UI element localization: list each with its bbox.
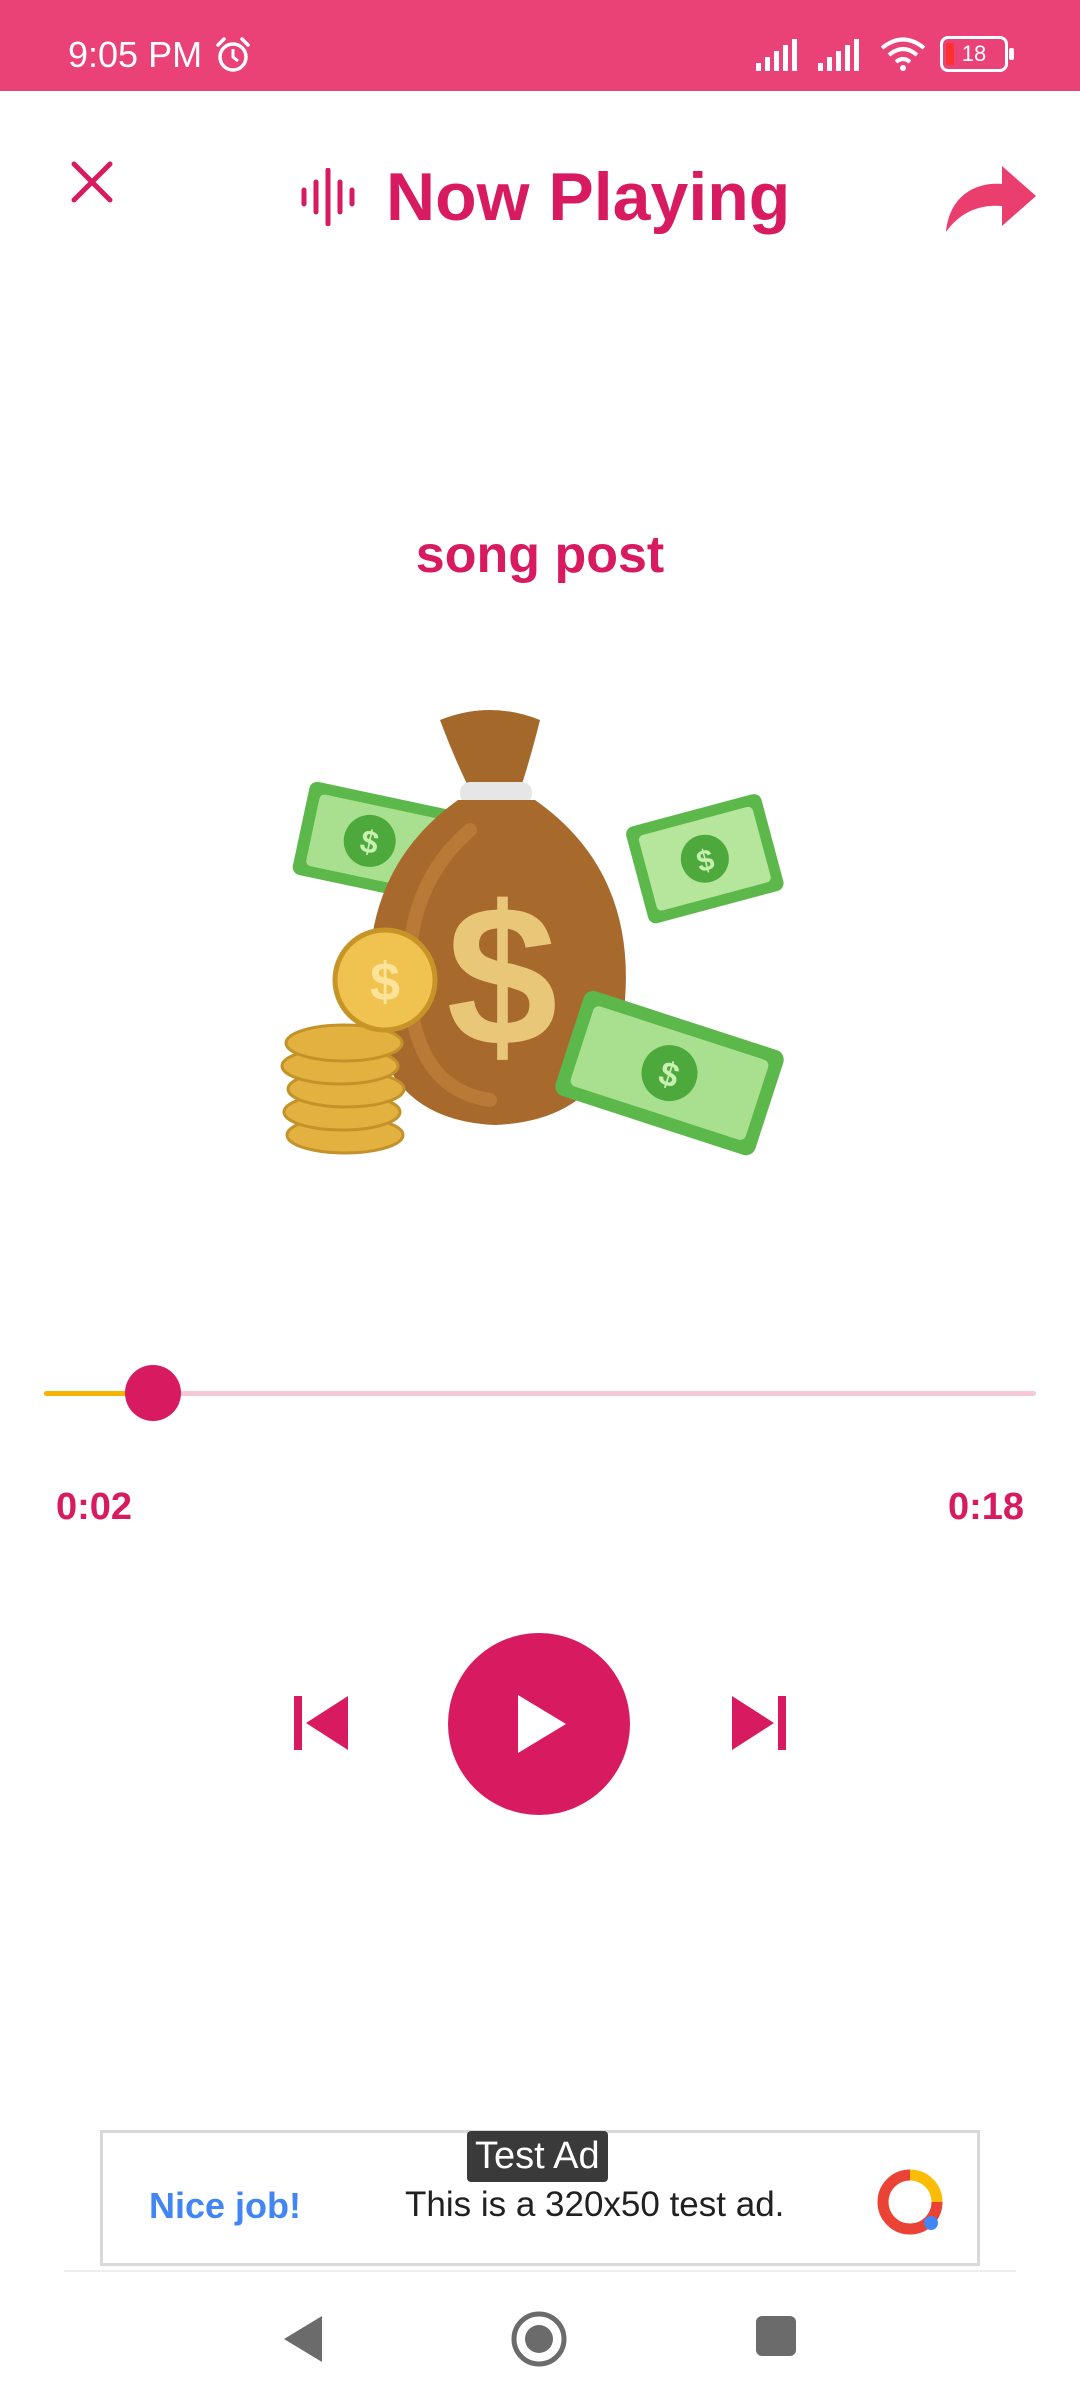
page-title: Now Playing: [386, 159, 791, 235]
share-icon[interactable]: [940, 152, 1040, 242]
home-icon[interactable]: [510, 2310, 568, 2368]
album-artwork: $ $ $ $ $: [280, 710, 784, 1156]
alarm-icon: [216, 37, 250, 72]
header-title-group: Now Playing: [300, 152, 790, 242]
seek-thumb[interactable]: [125, 1365, 182, 1421]
ad-text: This is a 320x50 test ad.: [405, 2185, 785, 2224]
seek-bar[interactable]: [44, 1365, 1036, 1421]
svg-text:$: $: [370, 952, 400, 1012]
status-icons: 18: [756, 34, 1014, 74]
elapsed-time: 0:02: [56, 1486, 133, 1528]
recents-icon[interactable]: [756, 2316, 796, 2356]
skip-next-icon[interactable]: [728, 1690, 790, 1756]
sound-wave-icon: [301, 168, 355, 226]
status-time: 9:05 PM: [68, 34, 203, 75]
status-bar: 9:05 PM 18: [0, 0, 1080, 91]
system-nav-bar: [0, 2272, 1080, 2400]
svg-text:$: $: [446, 865, 557, 1088]
back-icon[interactable]: [278, 2312, 328, 2366]
close-icon[interactable]: [60, 150, 124, 214]
total-duration: 0:18: [947, 1486, 1024, 1528]
wifi-icon: [880, 37, 926, 71]
signal-icon: [818, 39, 859, 71]
ad-logo-icon: [877, 2169, 943, 2235]
play-button[interactable]: [448, 1633, 630, 1815]
ad-banner[interactable]: Test Ad Nice job! This is a 320x50 test …: [100, 2130, 980, 2266]
skip-previous-icon[interactable]: [290, 1690, 352, 1756]
battery-icon: 18: [940, 36, 1014, 72]
ad-cta[interactable]: Nice job!: [149, 2185, 301, 2227]
signal-icon: [756, 39, 797, 71]
play-icon: [518, 1695, 566, 1753]
seek-track: [44, 1391, 1036, 1396]
ad-badge: Test Ad: [467, 2131, 608, 2182]
battery-level: 18: [961, 41, 987, 66]
song-title: song post: [415, 526, 665, 584]
